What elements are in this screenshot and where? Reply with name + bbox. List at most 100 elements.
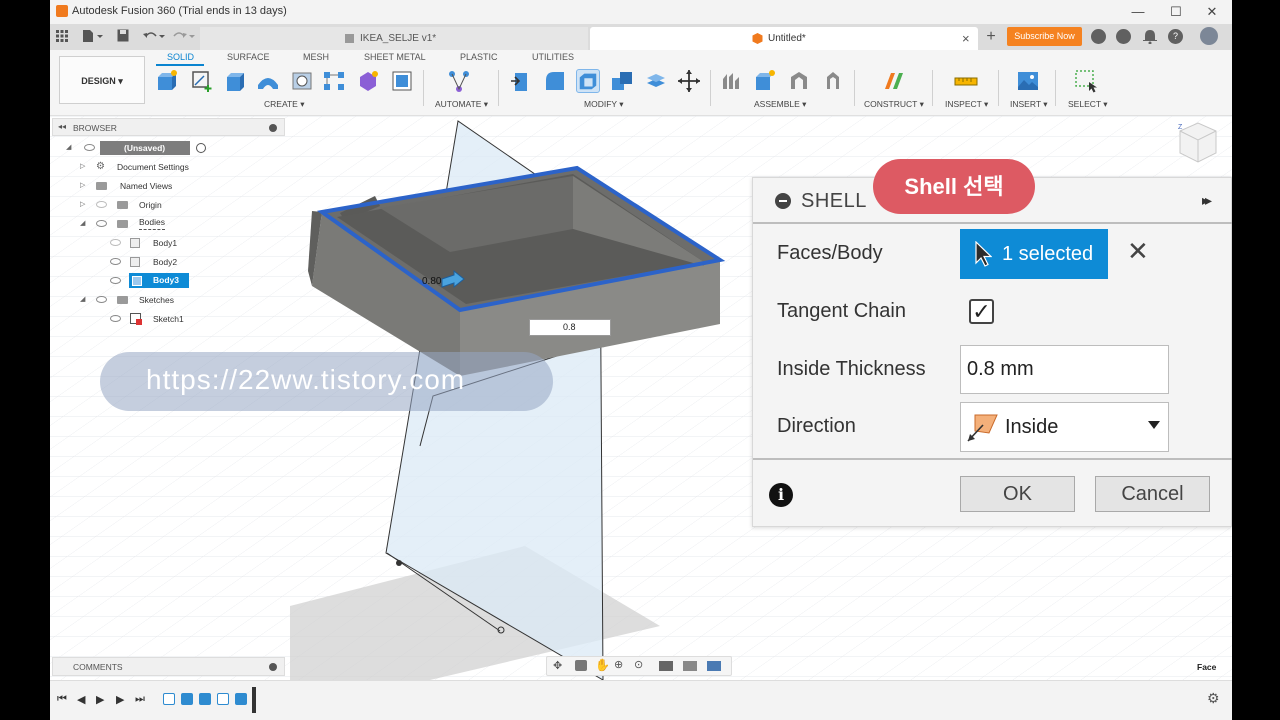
clear-selection-icon[interactable]: ✕	[1127, 238, 1149, 264]
expand-arrow-icon[interactable]: ◢	[66, 140, 71, 156]
shell-icon[interactable]	[576, 69, 600, 93]
timeline-extrude-feature[interactable]	[181, 693, 193, 705]
timeline-feature[interactable]	[235, 693, 247, 705]
tree-item-sketches[interactable]: ◢ Sketches	[80, 292, 240, 308]
expand-arrow-icon[interactable]: ▷	[80, 197, 85, 213]
tab-sheet-metal[interactable]: SHEET METAL	[364, 52, 426, 62]
tangent-chain-checkbox[interactable]: ✓	[969, 299, 994, 324]
automate-icon[interactable]	[447, 69, 471, 93]
timeline-marker[interactable]	[252, 687, 256, 713]
new-tab-button[interactable]: +	[982, 27, 1000, 47]
zoom-icon[interactable]: ⊕	[614, 658, 623, 671]
new-component-assemble-icon[interactable]	[753, 69, 777, 93]
expand-arrow-icon[interactable]: ▷	[80, 159, 85, 175]
look-at-icon[interactable]	[575, 660, 587, 671]
user-avatar[interactable]	[1200, 27, 1218, 45]
tree-item-sketch1[interactable]: Sketch1	[110, 311, 270, 327]
construct-group-label[interactable]: CONSTRUCT ▾	[864, 99, 924, 110]
tab-untitled[interactable]: Untitled* ×	[590, 27, 978, 50]
as-built-joint-icon[interactable]	[787, 69, 811, 93]
timeline-settings-gear-icon[interactable]: ⚙	[1207, 690, 1220, 707]
automate-group-label[interactable]: AUTOMATE ▾	[435, 99, 488, 110]
app-grid-icon[interactable]	[56, 30, 68, 42]
close-window-button[interactable]: ✕	[1197, 3, 1227, 21]
insert-group-label[interactable]: INSERT ▾	[1010, 99, 1048, 110]
modify-group-label[interactable]: MODIFY ▾	[584, 99, 624, 110]
comments-panel[interactable]: COMMENTS	[52, 657, 285, 676]
revolve-icon[interactable]	[256, 69, 280, 93]
visibility-eye-icon[interactable]	[84, 144, 95, 151]
minimize-button[interactable]: —	[1123, 3, 1153, 21]
undo-icon[interactable]	[142, 29, 166, 43]
redo-icon[interactable]	[172, 29, 196, 43]
tab-ikea-selje[interactable]: IKEA_SELJE v1*	[200, 27, 588, 50]
orbit-icon[interactable]: ✥	[553, 659, 562, 672]
visibility-eye-icon[interactable]	[96, 296, 107, 303]
assemble-group-label[interactable]: ASSEMBLE ▾	[754, 99, 806, 110]
expand-arrow-icon[interactable]: ◢	[80, 216, 85, 232]
new-component-icon[interactable]	[155, 69, 179, 93]
derive-icon[interactable]	[390, 69, 414, 93]
offset-faces-icon[interactable]	[644, 69, 668, 93]
timeline-sketch-feature[interactable]	[163, 693, 175, 705]
timeline-first-button[interactable]: ⏮	[57, 693, 67, 706]
offset-plane-icon[interactable]	[882, 69, 906, 93]
tab-utilities[interactable]: UTILITIES	[532, 52, 574, 62]
tree-item-body2[interactable]: Body2	[110, 254, 270, 270]
root-component-label[interactable]: (Unsaved)	[100, 141, 190, 155]
tree-item-body3[interactable]: Body3	[110, 273, 270, 289]
visibility-eye-icon[interactable]	[110, 258, 121, 265]
tab-solid[interactable]: SOLID	[167, 52, 194, 62]
close-tab-icon[interactable]: ×	[962, 27, 970, 50]
add-comment-icon[interactable]	[269, 663, 277, 671]
hole-icon[interactable]	[290, 69, 314, 93]
display-settings-icon[interactable]	[659, 661, 673, 671]
design-workspace-button[interactable]: DESIGN ▾	[59, 56, 145, 104]
select-box-icon[interactable]	[1074, 69, 1098, 93]
subscribe-button[interactable]: Subscribe Now	[1007, 27, 1082, 46]
create-form-icon[interactable]	[356, 69, 380, 93]
timeline-play-button[interactable]: ▶	[96, 693, 104, 706]
tree-item-document-settings[interactable]: ▷ ⚙ Document Settings	[80, 159, 240, 175]
browser-panel-header[interactable]: ◂◂ BROWSER	[52, 118, 285, 136]
ok-button[interactable]: OK	[960, 476, 1075, 512]
visibility-eye-icon[interactable]	[96, 201, 107, 208]
file-menu-icon[interactable]	[82, 29, 104, 43]
inside-thickness-input[interactable]: 0.8 mm	[960, 345, 1169, 394]
joint-icon[interactable]	[720, 69, 744, 93]
tree-item-body1[interactable]: Body1	[110, 235, 270, 251]
visibility-eye-icon[interactable]	[110, 315, 121, 322]
tree-item-bodies[interactable]: ◢ Bodies	[80, 216, 240, 232]
pattern-icon[interactable]	[322, 69, 346, 93]
measure-icon[interactable]	[954, 69, 978, 93]
tree-item-root[interactable]: ◢ (Unsaved)	[66, 140, 226, 156]
direction-select[interactable]: Inside	[960, 402, 1169, 452]
tree-item-origin[interactable]: ▷ Origin	[80, 197, 240, 213]
insert-image-icon[interactable]	[1016, 69, 1040, 93]
grid-settings-icon[interactable]	[683, 661, 697, 671]
help-icon[interactable]: ?	[1168, 29, 1183, 44]
combine-icon[interactable]	[610, 69, 634, 93]
timeline-previous-button[interactable]: ◀	[77, 693, 85, 706]
faces-selection-button[interactable]: 1 selected	[960, 229, 1108, 279]
timeline-last-button[interactable]: ⏭	[135, 693, 145, 706]
tab-plastic[interactable]: PLASTIC	[460, 52, 498, 62]
expand-arrow-icon[interactable]: ▷	[80, 178, 85, 194]
collapse-dialog-icon[interactable]	[775, 193, 791, 209]
expand-arrow-icon[interactable]: ◢	[80, 292, 85, 308]
create-sketch-icon[interactable]	[190, 69, 214, 93]
fillet-icon[interactable]	[543, 69, 567, 93]
timeline-feature[interactable]	[217, 693, 229, 705]
save-icon[interactable]	[117, 29, 129, 42]
view-cube[interactable]	[1179, 122, 1217, 163]
pan-hand-icon[interactable]: ✋	[595, 658, 610, 672]
timeline-next-button[interactable]: ▶	[116, 693, 124, 706]
notifications-bell-icon[interactable]	[1143, 29, 1157, 44]
press-pull-icon[interactable]	[509, 69, 533, 93]
visibility-eye-icon[interactable]	[110, 239, 121, 246]
thickness-input-box[interactable]: 0.8	[529, 319, 611, 336]
expand-dialog-icon[interactable]: ▸▸	[1202, 192, 1212, 209]
tab-mesh[interactable]: MESH	[303, 52, 329, 62]
activate-radio-icon[interactable]	[196, 143, 206, 153]
visibility-eye-icon[interactable]	[96, 220, 107, 227]
